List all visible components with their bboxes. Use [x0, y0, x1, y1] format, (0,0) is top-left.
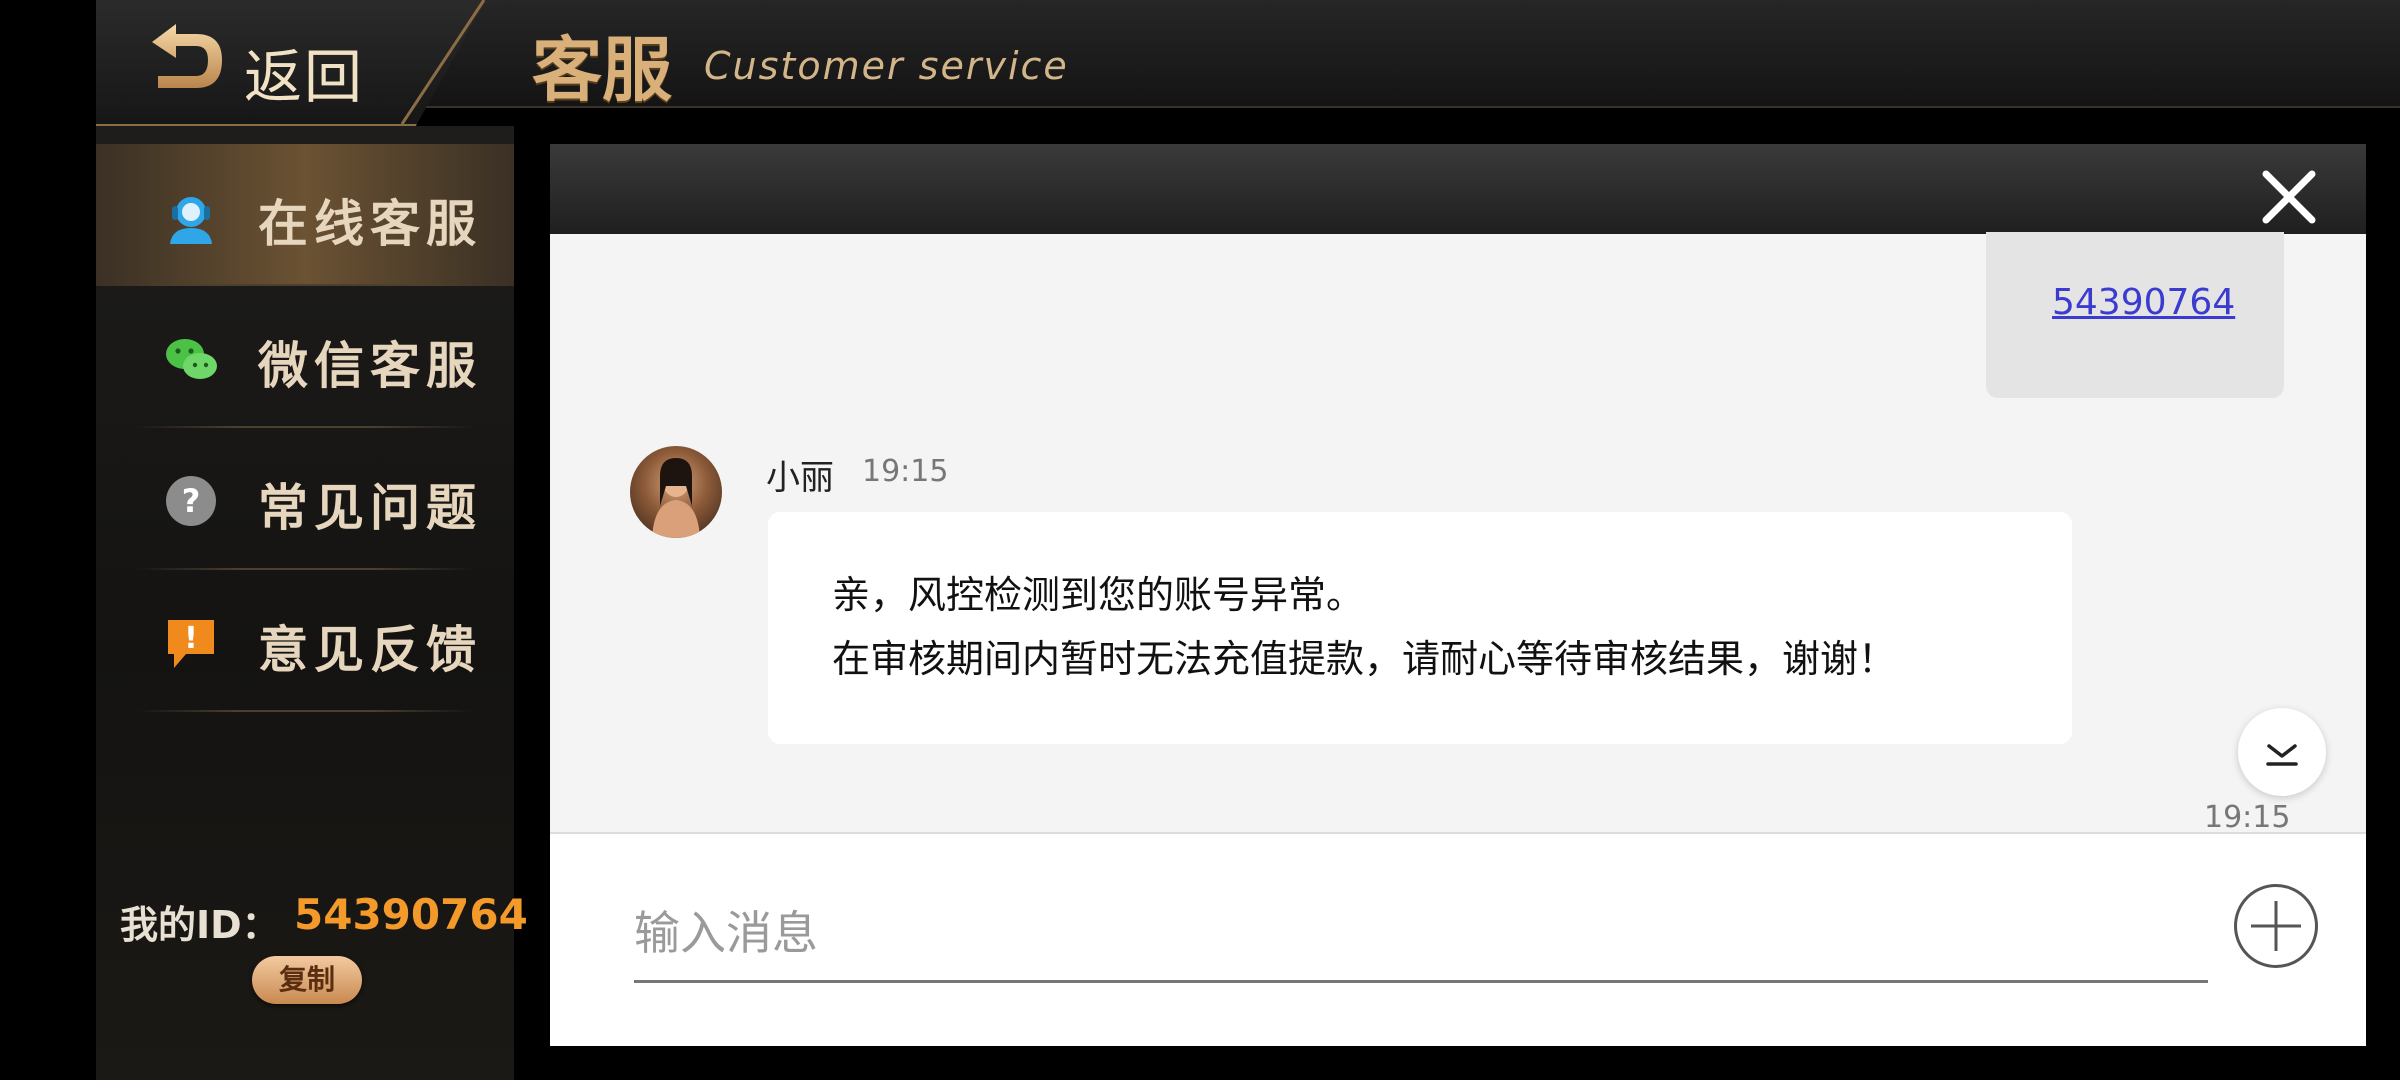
copy-id-button[interactable]: 复制 — [252, 956, 362, 1004]
headset-icon — [170, 197, 212, 244]
my-id-label: 我的ID： — [120, 903, 280, 947]
sidebar-item-faq[interactable]: ? 常见问题 — [96, 428, 514, 570]
my-id-value: 54390764 — [294, 890, 528, 939]
message-time: 19:15 — [2204, 800, 2291, 835]
wechat-icon — [166, 339, 217, 379]
page-title: 客服 — [532, 28, 672, 111]
back-arrow-icon[interactable] — [146, 20, 226, 96]
my-message-link[interactable]: 54390764 — [2052, 282, 2235, 323]
page-subtitle: Customer service — [704, 44, 1069, 88]
svg-text:!: ! — [184, 621, 198, 656]
sidebar-item-label: 在线客服 — [258, 195, 482, 253]
svg-text:?: ? — [182, 482, 201, 520]
plus-icon[interactable] — [2234, 884, 2318, 968]
sidebar-item-label: 微信客服 — [258, 337, 482, 395]
chevron-down-icon — [2266, 744, 2298, 766]
back-label[interactable]: 返回 — [244, 30, 364, 114]
sidebar-item-feedback[interactable]: ! 意见反馈 — [96, 570, 514, 712]
chat-dialog-header — [550, 144, 2366, 234]
sidebar-item-online-service[interactable]: 在线客服 — [96, 144, 514, 286]
message-input[interactable] — [634, 886, 2208, 983]
sidebar-item-wechat-service[interactable]: 微信客服 — [96, 286, 514, 428]
scroll-to-bottom-button[interactable] — [2238, 708, 2326, 796]
agent-message-time: 19:15 — [862, 454, 949, 489]
close-icon[interactable] — [2256, 164, 2322, 230]
agent-name: 小丽 — [766, 458, 834, 498]
avatar-image — [652, 458, 700, 538]
question-icon: ? — [166, 476, 216, 526]
agent-message-line: 亲，风控检测到您的账号异常。 — [832, 573, 1365, 617]
sidebar-item-label: 常见问题 — [258, 479, 482, 537]
header-divider — [400, 0, 486, 124]
feedback-icon: ! — [168, 620, 214, 668]
agent-avatar[interactable] — [630, 446, 722, 538]
agent-message-line: 在审核期间内暂时无法充值提款，请耐心等待审核结果，谢谢！ — [832, 637, 1897, 681]
sidebar-item-label: 意见反馈 — [258, 621, 482, 679]
